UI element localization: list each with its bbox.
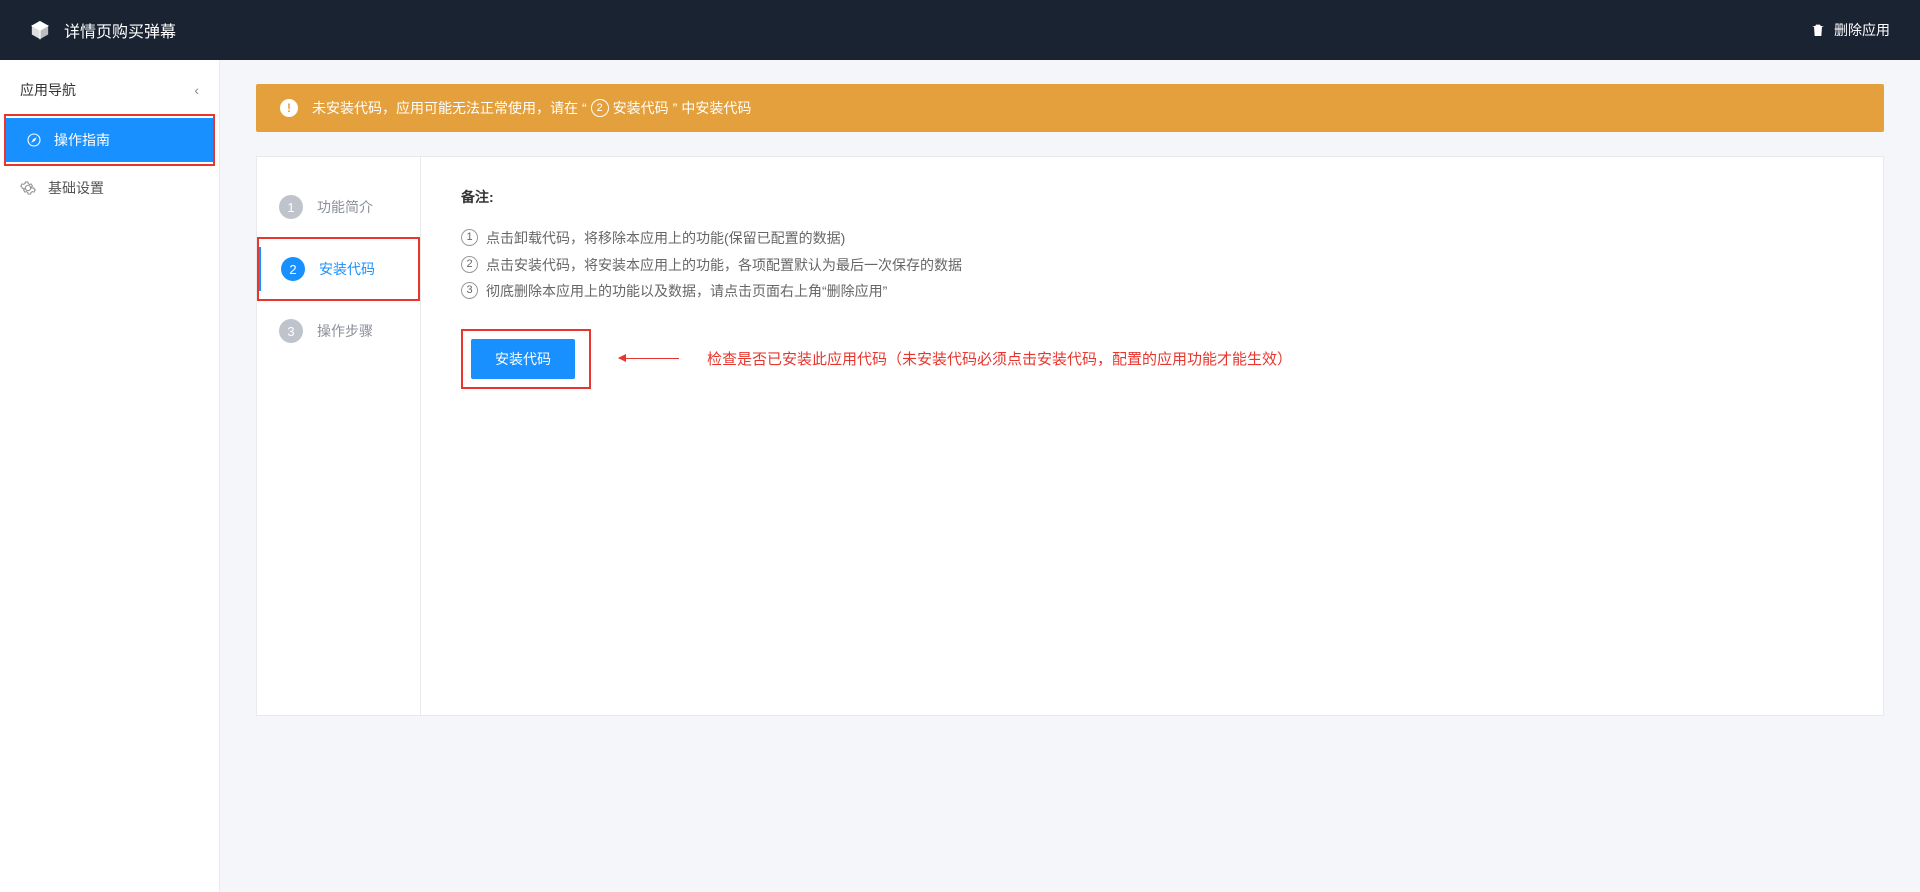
- info-icon: !: [280, 99, 298, 117]
- chevron-left-icon[interactable]: ‹: [194, 82, 199, 98]
- note-text: 彻底删除本应用上的功能以及数据，请点击页面右上角“删除应用”: [486, 278, 887, 305]
- note-text: 点击安装代码，将安装本应用上的功能，各项配置默认为最后一次保存的数据: [486, 252, 962, 279]
- alert-text-before: 未安装代码，应用可能无法正常使用，请在: [312, 98, 578, 118]
- top-bar: 详情页购买弹幕 删除应用: [0, 0, 1920, 60]
- step-label: 操作步骤: [317, 321, 373, 341]
- alert-banner: ! 未安装代码，应用可能无法正常使用，请在 “ 2 安装代码 ” 中安装代码: [256, 84, 1884, 132]
- step-label: 安装代码: [319, 259, 375, 279]
- delete-app-button[interactable]: 删除应用: [1810, 20, 1890, 40]
- content-card: 1 功能简介 2 安装代码 3 操作步骤 备注: 1: [256, 156, 1884, 716]
- sidebar-title: 应用导航: [20, 80, 76, 100]
- sidebar-item-settings[interactable]: 基础设置: [0, 166, 219, 210]
- sidebar-item-label: 基础设置: [48, 178, 104, 198]
- step-tab-intro[interactable]: 1 功能简介: [257, 177, 420, 237]
- step-tab-procedure[interactable]: 3 操作步骤: [257, 301, 420, 361]
- circled-number-icon: 2: [461, 256, 478, 273]
- step-label: 功能简介: [317, 197, 373, 217]
- install-code-button[interactable]: 安装代码: [471, 339, 575, 379]
- step-number: 1: [279, 195, 303, 219]
- alert-text-after: 中安装代码: [681, 98, 751, 118]
- install-row: 安装代码 检查是否已安装此应用代码（未安装代码必须点击安装代码，配置的应用功能才…: [461, 329, 1843, 389]
- annotation-highlight-sidebar: 操作指南: [4, 114, 215, 166]
- note-line: 3 彻底删除本应用上的功能以及数据，请点击页面右上角“删除应用”: [461, 278, 1843, 305]
- sidebar: 应用导航 ‹ 操作指南 基础设置: [0, 60, 220, 892]
- step-tab-install[interactable]: 2 安装代码: [259, 239, 418, 299]
- compass-icon: [26, 132, 42, 148]
- sidebar-item-label: 操作指南: [54, 130, 110, 150]
- sidebar-header: 应用导航 ‹: [0, 72, 219, 114]
- note-line: 2 点击安装代码，将安装本应用上的功能，各项配置默认为最后一次保存的数据: [461, 252, 1843, 279]
- gear-icon: [20, 180, 36, 196]
- alert-text: 未安装代码，应用可能无法正常使用，请在 “ 2 安装代码 ” 中安装代码: [312, 98, 751, 118]
- alert-step-num: 2: [591, 99, 609, 117]
- note-line: 1 点击卸载代码，将移除本应用上的功能(保留已配置的数据): [461, 225, 1843, 252]
- step-number: 2: [281, 257, 305, 281]
- step-number: 3: [279, 319, 303, 343]
- trash-icon: [1810, 22, 1826, 38]
- cube-icon: [30, 20, 50, 40]
- main-content: ! 未安装代码，应用可能无法正常使用，请在 “ 2 安装代码 ” 中安装代码 1…: [220, 60, 1920, 892]
- alert-step-label: 安装代码: [613, 98, 669, 118]
- circled-number-icon: 3: [461, 282, 478, 299]
- annotation-highlight-step: 2 安装代码: [257, 237, 420, 301]
- sidebar-item-guide[interactable]: 操作指南: [6, 118, 213, 162]
- annotation-highlight-button: 安装代码: [461, 329, 591, 389]
- note-title: 备注:: [461, 187, 1843, 207]
- step-nav: 1 功能简介 2 安装代码 3 操作步骤: [257, 157, 421, 715]
- step-content: 备注: 1 点击卸载代码，将移除本应用上的功能(保留已配置的数据) 2 点击安装…: [421, 157, 1883, 715]
- note-text: 点击卸载代码，将移除本应用上的功能(保留已配置的数据): [486, 225, 845, 252]
- annotation-text: 检查是否已安装此应用代码（未安装代码必须点击安装代码，配置的应用功能才能生效）: [707, 348, 1292, 369]
- delete-app-label: 删除应用: [1834, 20, 1890, 40]
- topbar-left: 详情页购买弹幕: [30, 18, 176, 42]
- annotation-arrow-icon: [619, 358, 679, 359]
- circled-number-icon: 1: [461, 229, 478, 246]
- app-title: 详情页购买弹幕: [64, 18, 176, 42]
